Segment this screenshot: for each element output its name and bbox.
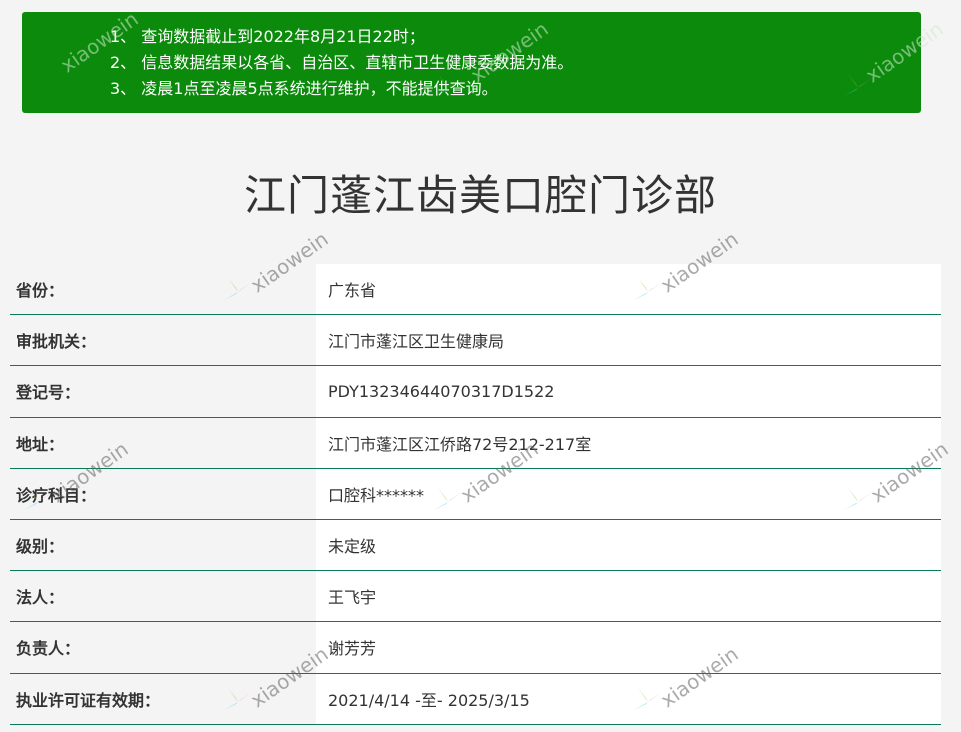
row-value: 江门市蓬江区卫生健康局 (316, 315, 941, 366)
table-row: 法人： 王飞宇 (10, 571, 941, 623)
table-row: 登记号： PDY13234644070317D1522 (10, 366, 941, 418)
row-label: 诊疗科目： (10, 468, 316, 519)
row-value: 江门市蓬江区江侨路72号212-217室 (316, 417, 941, 468)
notice-banner: 1、 查询数据截止到2022年8月21日22时； 2、 信息数据结果以各省、自治… (22, 12, 921, 113)
notice-line-2: 2、 信息数据结果以各省、自治区、直辖市卫生健康委数据为准。 (110, 53, 574, 72)
page-title: 江门蓬江齿美口腔门诊部 (243, 171, 717, 220)
table-row: 负责人： 谢芳芳 (10, 622, 941, 674)
table-row: 省份： 广东省 (10, 264, 941, 316)
row-value: PDY13234644070317D1522 (316, 366, 941, 417)
row-label: 法人： (10, 571, 316, 622)
row-label: 登记号： (10, 366, 316, 417)
row-value: 谢芳芳 (316, 622, 941, 673)
table-row: 审批机关： 江门市蓬江区卫生健康局 (10, 315, 941, 367)
row-label: 负责人： (10, 622, 316, 673)
table-row: 级别： 未定级 (10, 519, 941, 572)
row-value: 未定级 (316, 519, 941, 571)
row-label: 地址： (10, 417, 316, 468)
row-value: 王飞宇 (316, 571, 941, 622)
details-table: 省份： 广东省 审批机关： 江门市蓬江区卫生健康局 登记号： PDY132346… (10, 264, 941, 725)
row-label: 级别： (10, 519, 316, 571)
row-value: 口腔科****** (316, 468, 941, 519)
table-row: 地址： 江门市蓬江区江侨路72号212-217室 (10, 417, 941, 469)
row-value: 广东省 (316, 264, 941, 315)
table-row: 诊疗科目： 口腔科****** (10, 468, 941, 520)
notice-line-1: 1、 查询数据截止到2022年8月21日22时； (110, 27, 425, 46)
row-label: 审批机关： (10, 315, 316, 366)
table-row: 执业许可证有效期： 2021/4/14 -至- 2025/3/15 (10, 673, 941, 725)
row-label: 省份： (10, 264, 316, 315)
notice-line-3: 3、 凌晨1点至凌晨5点系统进行维护，不能提供查询。 (110, 79, 498, 98)
row-value: 2021/4/14 -至- 2025/3/15 (316, 673, 941, 724)
row-label: 执业许可证有效期： (10, 673, 316, 724)
